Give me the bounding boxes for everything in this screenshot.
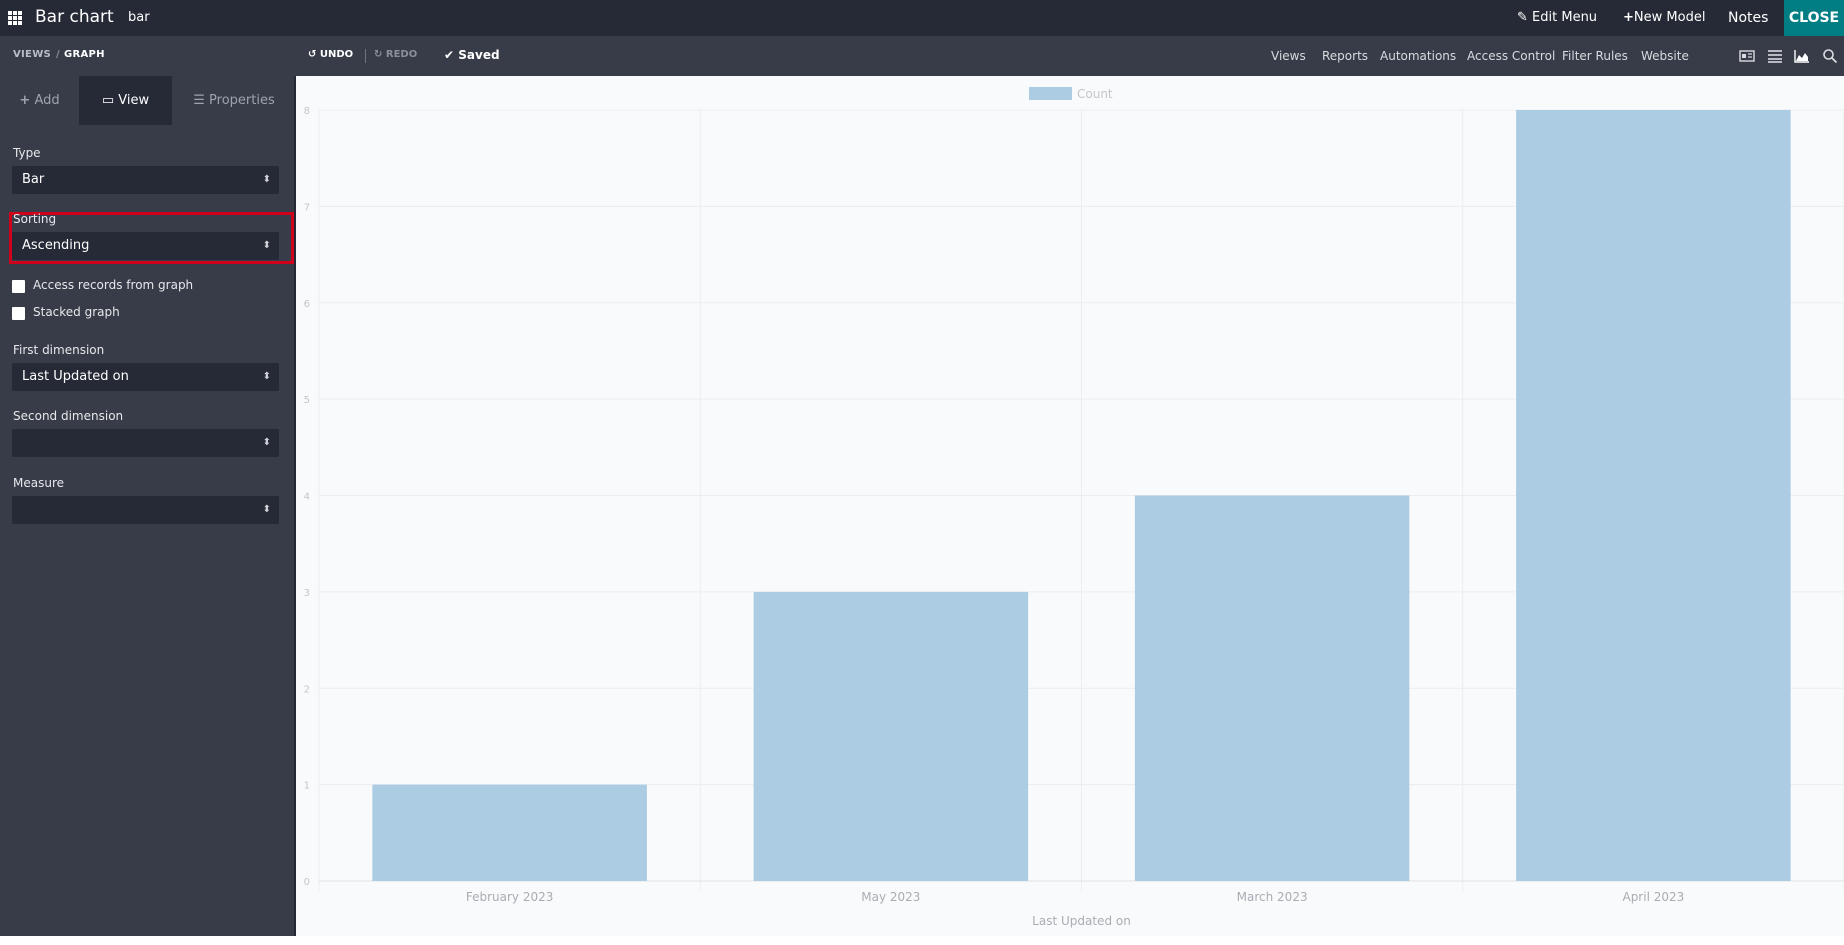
x-tick-label: March 2023 [1237, 890, 1308, 904]
type-label: Type [13, 146, 41, 160]
tab-add[interactable]: + Add [0, 76, 79, 125]
measure-select[interactable]: ⬍ [12, 496, 279, 524]
tab-view[interactable]: ▭ View [79, 76, 172, 125]
access-records-checkbox[interactable] [12, 280, 25, 293]
redo-button[interactable]: ↻ REDO [374, 49, 417, 60]
legend-swatch [1029, 87, 1072, 100]
edit-menu-label: Edit Menu [1532, 10, 1598, 25]
x-tick-label: April 2023 [1622, 890, 1684, 904]
type-select[interactable]: Bar ⬍ [12, 166, 279, 194]
plus-icon: + [1623, 10, 1634, 25]
bar [1134, 495, 1410, 881]
type-select-value: Bar [22, 172, 45, 187]
second-dimension-label: Second dimension [13, 409, 124, 423]
chevron-updown-icon: ⬍ [262, 504, 271, 515]
first-dimension-select[interactable]: Last Updated on ⬍ [12, 363, 279, 391]
bar [753, 591, 1029, 881]
form-view-icon[interactable] [1739, 48, 1755, 64]
apps-menu-icon[interactable] [8, 11, 22, 25]
model-name: bar [128, 10, 150, 25]
x-tick-label: February 2023 [466, 890, 554, 904]
second-dimension-select[interactable]: ⬍ [12, 429, 279, 457]
sorting-label: Sorting [13, 212, 57, 226]
y-tick-label: 2 [304, 684, 310, 695]
undo-icon: ↺ [308, 49, 317, 60]
y-tick-label: 7 [304, 202, 310, 213]
y-tick-label: 1 [304, 781, 310, 792]
x-tick-label: May 2023 [861, 890, 920, 904]
nav-filter-rules[interactable]: Filter Rules [1562, 49, 1628, 63]
nav-access-control[interactable]: Access Control [1467, 49, 1555, 63]
check-icon: ✔ [444, 48, 455, 62]
y-tick-label: 6 [304, 299, 310, 310]
saved-status: ✔ Saved [444, 48, 500, 62]
nav-website[interactable]: Website [1641, 49, 1689, 63]
bar [372, 784, 647, 881]
sorting-select-value: Ascending [22, 238, 90, 253]
nav-reports[interactable]: Reports [1322, 49, 1368, 63]
chevron-updown-icon: ⬍ [262, 174, 271, 185]
legend-label: Count [1077, 87, 1113, 101]
graph-view-icon[interactable] [1794, 48, 1810, 64]
bar-chart: 0 1 2 3 4 5 6 7 8 February 2023 May 2023 March 2023… [304, 87, 1844, 928]
y-tick-label: 8 [304, 106, 310, 117]
search-icon[interactable] [1822, 48, 1838, 64]
bottom-strip [0, 936, 1844, 945]
pencil-icon: ✎ [1517, 10, 1528, 25]
x-axis-title: Last Updated on [1032, 914, 1131, 928]
stacked-graph-checkbox[interactable] [12, 307, 25, 320]
top-navbar: Bar chart bar ✎ Edit Menu +New Model Not… [0, 0, 1844, 36]
app-title: Bar chart [35, 7, 114, 27]
sidebar-panel: + Add ▭ View ☰ Properties Type Bar ⬍ Sor… [0, 76, 296, 936]
redo-label: REDO [385, 49, 418, 60]
chevron-updown-icon: ⬍ [262, 371, 271, 382]
chevron-updown-icon: ⬍ [262, 437, 271, 448]
sorting-select[interactable]: Ascending ⬍ [12, 232, 279, 260]
tab-view-label: View [118, 93, 150, 108]
first-dimension-label: First dimension [13, 343, 105, 357]
tab-properties[interactable]: ☰ Properties [172, 76, 296, 125]
breadcrumb-graph: GRAPH [64, 49, 105, 60]
y-tick-label: 5 [304, 395, 310, 406]
tab-properties-label: Properties [209, 93, 275, 108]
breadcrumb-separator: / [56, 49, 60, 60]
saved-label: Saved [458, 48, 500, 62]
properties-icon: ☰ [193, 93, 205, 108]
new-model-button[interactable]: +New Model [1623, 0, 1705, 36]
breadcrumb-views[interactable]: VIEWS [13, 49, 51, 60]
divider [365, 49, 366, 63]
notes-button[interactable]: Notes [1728, 0, 1768, 36]
edit-menu-button[interactable]: ✎ Edit Menu [1517, 0, 1597, 36]
sidebar-tabs: + Add ▭ View ☰ Properties [0, 76, 296, 125]
list-view-icon[interactable] [1767, 48, 1783, 64]
measure-label: Measure [13, 476, 64, 490]
nav-automations[interactable]: Automations [1380, 49, 1456, 63]
y-tick-label: 4 [304, 492, 310, 503]
graph-view: 0 1 2 3 4 5 6 7 8 February 2023 May 2023 March 2023… [298, 78, 1844, 936]
chevron-updown-icon: ⬍ [262, 240, 271, 251]
new-model-label: New Model [1633, 10, 1706, 25]
first-dimension-value: Last Updated on [22, 369, 129, 384]
stacked-graph-label: Stacked graph [33, 305, 120, 319]
plus-icon: + [19, 93, 31, 108]
close-button[interactable]: CLOSE [1784, 0, 1844, 36]
nav-views[interactable]: Views [1271, 49, 1306, 63]
redo-icon: ↻ [374, 49, 383, 60]
monitor-icon: ▭ [101, 93, 115, 108]
studio-toolbar: VIEWS / GRAPH ↺ UNDO ↻ REDO ✔ Saved View… [0, 36, 1844, 76]
tab-add-label: Add [34, 93, 60, 108]
y-tick-label: 0 [304, 877, 310, 888]
undo-button[interactable]: ↺ UNDO [308, 49, 353, 60]
access-records-label: Access records from graph [33, 278, 194, 292]
undo-label: UNDO [319, 49, 354, 60]
y-tick-label: 3 [304, 588, 310, 599]
bar [1516, 110, 1791, 881]
